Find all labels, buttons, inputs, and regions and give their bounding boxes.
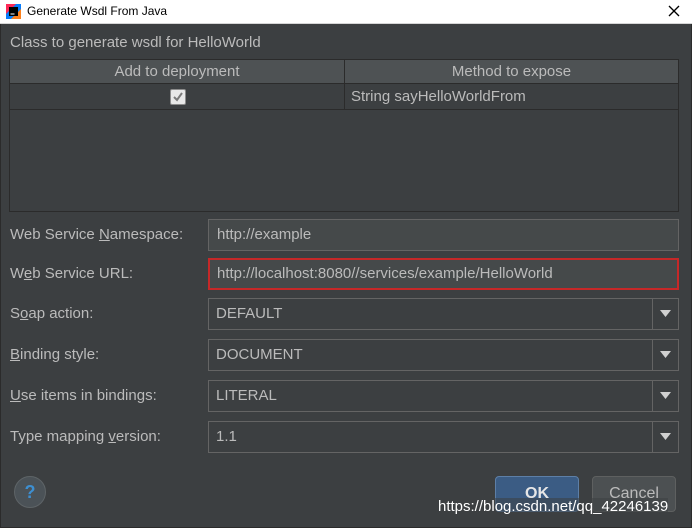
deployment-cell: [10, 84, 345, 110]
section-title: Class to generate wsdl for HelloWorld: [10, 34, 261, 51]
watermark: https://blog.csdn.net/qq_42246139: [438, 498, 669, 515]
chevron-down-icon[interactable]: [652, 381, 678, 411]
binding-style-dropdown[interactable]: DOCUMENT: [208, 339, 679, 371]
window-title: Generate Wsdl From Java: [27, 4, 168, 18]
use-items-dropdown[interactable]: LITERAL: [208, 380, 679, 412]
soap-action-label: Soap action:: [10, 305, 94, 322]
soap-action-value: DEFAULT: [216, 305, 283, 322]
binding-style-label: Binding style:: [10, 346, 100, 363]
chevron-down-icon[interactable]: [652, 422, 678, 452]
use-items-label: Use items in bindings:: [10, 387, 157, 404]
close-icon[interactable]: [666, 3, 682, 19]
table-header: Add to deployment Method to expose: [10, 60, 678, 84]
column-header-deployment[interactable]: Add to deployment: [10, 60, 345, 84]
binding-style-value: DOCUMENT: [216, 346, 303, 363]
column-header-method[interactable]: Method to expose: [345, 60, 678, 84]
chevron-down-icon[interactable]: [652, 340, 678, 370]
namespace-label: Web Service Namespace:: [10, 226, 184, 243]
help-icon: ?: [24, 482, 36, 502]
type-mapping-label: Type mapping version:: [10, 428, 161, 445]
methods-table[interactable]: Add to deployment Method to expose Strin…: [9, 59, 679, 212]
help-button[interactable]: ?: [14, 476, 46, 508]
method-cell: String sayHelloWorldFrom: [351, 88, 526, 105]
chevron-down-icon[interactable]: [652, 299, 678, 329]
type-mapping-dropdown[interactable]: 1.1: [208, 421, 679, 453]
service-url-field[interactable]: http://localhost:8080//services/example/…: [208, 258, 679, 290]
intellij-icon: [6, 4, 21, 19]
title-bar: Generate Wsdl From Java: [0, 0, 692, 24]
use-items-value: LITERAL: [216, 387, 277, 404]
type-mapping-value: 1.1: [216, 428, 237, 445]
add-to-deployment-checkbox[interactable]: [170, 89, 186, 105]
soap-action-dropdown[interactable]: DEFAULT: [208, 298, 679, 330]
namespace-field[interactable]: http://example: [208, 219, 679, 251]
url-label: Web Service URL:: [10, 265, 134, 282]
table-row[interactable]: String sayHelloWorldFrom: [10, 84, 678, 110]
